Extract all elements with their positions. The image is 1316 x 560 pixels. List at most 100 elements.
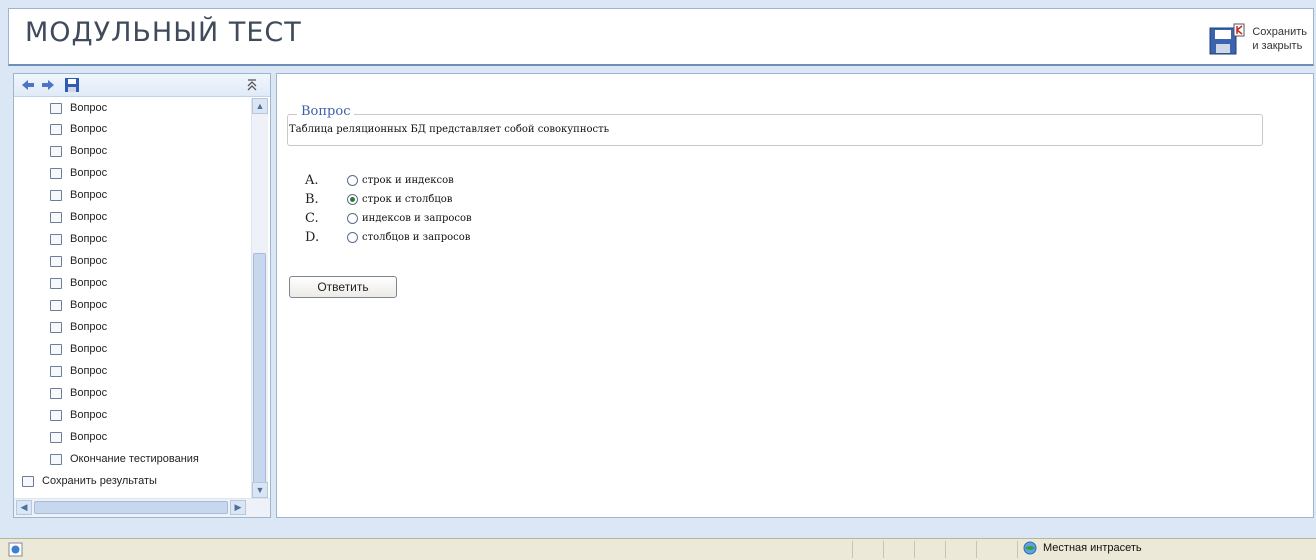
page-icon — [50, 387, 62, 399]
tree-item-question[interactable]: Вопрос — [50, 251, 107, 271]
answer-option-a[interactable]: A. строк и индексов — [305, 170, 454, 190]
question-legend: Вопрос — [297, 104, 355, 119]
status-cell — [914, 541, 945, 558]
page-icon — [50, 453, 62, 465]
page-icon — [22, 475, 34, 487]
answer-letter: B. — [305, 191, 319, 207]
tree-item-question[interactable]: Вопрос — [50, 273, 107, 293]
tree-item-question[interactable]: Вопрос — [50, 98, 107, 118]
scroll-up-icon[interactable]: ▲ — [252, 98, 268, 114]
tree-item-label: Вопрос — [70, 277, 108, 289]
forward-arrow-icon[interactable] — [40, 77, 56, 93]
page-icon — [50, 365, 62, 377]
status-cell — [976, 541, 1017, 558]
radio-button[interactable] — [347, 212, 358, 224]
answer-text: индексов и запросов — [362, 212, 472, 224]
floppy-disk-icon[interactable] — [64, 77, 80, 93]
page-title: МОДУЛЬНЫЙ ТЕСТ — [25, 17, 302, 48]
radio-button-selected[interactable] — [347, 193, 358, 205]
tree-item-label: Вопрос — [70, 299, 108, 311]
scroll-right-icon[interactable]: ▶ — [230, 500, 246, 515]
page-icon — [50, 255, 62, 267]
tree-item-question[interactable]: Вопрос — [50, 405, 107, 425]
tree-item-label: Вопрос — [70, 167, 108, 179]
tree-item-end-of-test[interactable]: Окончание тестирования — [50, 449, 250, 469]
floppy-disk-icon — [1209, 23, 1245, 55]
answer-letter: C. — [305, 210, 319, 226]
security-zone-label: Местная интрасеть — [1043, 542, 1142, 554]
collapse-icon[interactable] — [244, 77, 260, 93]
app-window: МОДУЛЬНЫЙ ТЕСТ Сохранить и закрыть Вопро… — [0, 0, 1316, 560]
page-icon — [50, 277, 62, 289]
tree-item-save-results[interactable]: Сохранить результаты — [22, 471, 157, 491]
save-and-close-button[interactable]: Сохранить и закрыть — [1157, 19, 1307, 59]
tree-item-question[interactable]: Вопрос — [50, 427, 107, 447]
answer-text: строк и индексов — [362, 174, 454, 186]
page-status-icon — [8, 542, 23, 557]
answer-option-c[interactable]: C. индексов и запросов — [305, 208, 472, 228]
tree-item-question[interactable]: Вопрос — [50, 207, 107, 227]
tree-item-question[interactable]: Вопрос — [50, 229, 107, 249]
page-icon — [50, 409, 62, 421]
submit-answer-button[interactable]: Ответить — [289, 276, 397, 298]
question-text: Таблица реляционных БД представляет собо… — [289, 124, 610, 135]
status-bar: Местная интрасеть — [0, 538, 1316, 560]
tree-item-label: Вопрос — [70, 189, 108, 201]
answer-letter: D. — [305, 229, 320, 245]
page-icon — [50, 167, 62, 179]
question-tree: Вопрос Вопрос Вопрос Вопрос Вопрос Вопро… — [14, 98, 250, 498]
tree-item-question[interactable]: Вопрос — [50, 339, 107, 359]
tree-vertical-scrollbar[interactable]: ▲ ▼ — [251, 98, 268, 498]
page-icon — [50, 299, 62, 311]
tree-item-label: Окончание тестирования — [70, 453, 199, 465]
page-icon — [50, 431, 62, 443]
answer-text: строк и столбцов — [362, 193, 453, 205]
tree-item-label: Вопрос — [70, 343, 108, 355]
tree-item-question[interactable]: Вопрос — [50, 295, 107, 315]
status-cell — [852, 541, 883, 558]
page-icon — [50, 123, 62, 135]
page-icon — [50, 321, 62, 333]
tree-item-label: Вопрос — [70, 145, 108, 157]
scroll-thumb[interactable] — [34, 501, 228, 514]
page-icon — [50, 211, 62, 223]
tree-item-question[interactable]: Вопрос — [50, 119, 107, 139]
status-cell — [883, 541, 914, 558]
tree-item-label: Вопрос — [70, 365, 108, 377]
page-icon — [50, 343, 62, 355]
answer-text: столбцов и запросов — [362, 231, 471, 243]
page-icon — [50, 145, 62, 157]
tree-item-question[interactable]: Вопрос — [50, 361, 107, 381]
intranet-globe-icon — [1023, 541, 1037, 555]
tree-item-label: Вопрос — [70, 211, 108, 223]
tree-item-label: Вопрос — [70, 321, 108, 333]
scroll-left-icon[interactable]: ◀ — [16, 500, 32, 515]
tree-item-label: Вопрос — [70, 431, 108, 443]
status-cell — [945, 541, 976, 558]
tree-item-question[interactable]: Вопрос — [50, 317, 107, 337]
tree-item-question[interactable]: Вопрос — [50, 141, 107, 161]
tree-item-label: Сохранить результаты — [42, 475, 157, 487]
page-icon — [50, 189, 62, 201]
answer-option-b[interactable]: B. строк и столбцов — [305, 189, 452, 209]
answer-option-d[interactable]: D. столбцов и запросов — [305, 227, 470, 247]
question-panel: Вопрос Таблица реляционных БД представля… — [276, 73, 1314, 518]
tree-item-label: Вопрос — [70, 233, 108, 245]
scroll-down-icon[interactable]: ▼ — [252, 482, 268, 498]
scroll-thumb[interactable] — [253, 253, 266, 485]
navigation-tree-panel: Вопрос Вопрос Вопрос Вопрос Вопрос Вопро… — [13, 73, 271, 518]
save-close-label-line2: и закрыть — [1252, 40, 1303, 52]
tree-item-question[interactable]: Вопрос — [50, 163, 107, 183]
back-arrow-icon[interactable] — [20, 77, 36, 93]
radio-button[interactable] — [347, 231, 358, 243]
tree-item-label: Вопрос — [70, 409, 108, 421]
tree-item-label: Вопрос — [70, 102, 108, 114]
save-close-label-line1: Сохранить — [1252, 26, 1307, 38]
radio-button[interactable] — [347, 174, 358, 186]
tree-item-label: Вопрос — [70, 255, 108, 267]
header: МОДУЛЬНЫЙ ТЕСТ Сохранить и закрыть — [8, 8, 1314, 66]
tree-horizontal-scrollbar[interactable]: ◀ ▶ — [14, 498, 270, 517]
page-icon — [50, 233, 62, 245]
tree-item-question[interactable]: Вопрос — [50, 185, 107, 205]
tree-item-question[interactable]: Вопрос — [50, 383, 107, 403]
